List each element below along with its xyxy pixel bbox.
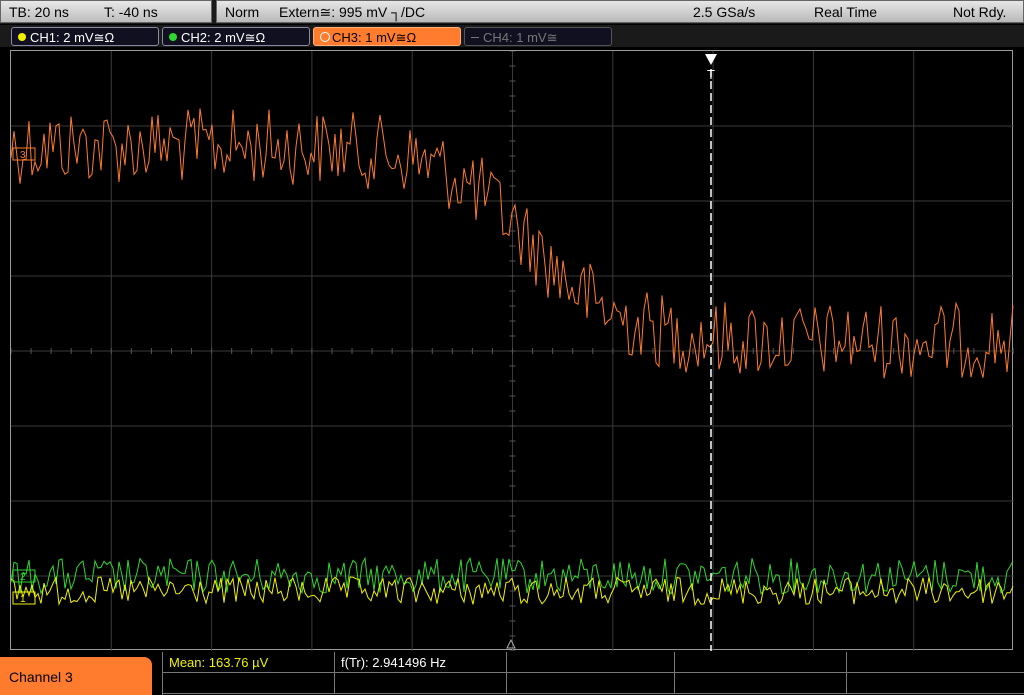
channel-tab-ch1[interactable]: CH1: 2 mV≅Ω [11,27,159,46]
ch1-indicator-icon [18,33,26,41]
ch3-marker-label: 3 [20,150,26,161]
channel-tab-ch2[interactable]: CH2: 2 mV≅Ω [162,27,310,46]
status-bar: TB: 20 ns T: -40 ns Norm Extern≅: 995 mV… [0,0,1024,24]
measurement-slot-10[interactable] [847,673,1024,694]
measurement-slot-6[interactable] [163,673,335,694]
channel-3-tab-label: Channel 3 [9,669,73,685]
measurement-slot-7[interactable] [335,673,507,694]
waveform-display[interactable]: T 3 2 1 [10,50,1014,651]
ch3-label: CH3: 1 mV≅Ω [332,30,417,45]
ch1-label: CH1: 2 mV≅Ω [30,30,115,45]
acquisition-mode-label: Real Time [814,4,878,20]
ch4-indicator-icon [471,37,479,38]
ch2-indicator-icon [169,33,177,41]
trigger-mode-label: Norm [225,4,260,20]
measurement-frequency[interactable]: f(Tr): 2.941496 Hz [335,652,507,673]
ch2-label: CH2: 2 mV≅Ω [181,30,266,45]
channel-tab-ch4[interactable]: CH4: 1 mV≅ [464,27,612,46]
waveform-plot[interactable]: T 3 2 1 [11,51,1014,651]
timebase-label: TB: 20 ns [9,4,69,20]
measurement-slot-5[interactable] [847,652,1024,673]
trigger-marker-label: T [707,67,715,82]
measurement-mean-value: Mean: 163.76 µV [169,655,269,670]
measurement-slot-8[interactable] [507,673,675,694]
channel-tab-row: CH1: 2 mV≅Ω CH2: 2 mV≅Ω CH3: 1 mV≅Ω CH4:… [0,25,1024,47]
trigger-time-label: T: -40 ns [104,4,158,20]
timebase-panel[interactable]: TB: 20 ns T: -40 ns [0,0,212,23]
trigger-status-panel[interactable]: Norm Extern≅: 995 mV ┐/DC 2.5 GSa/s Real… [216,0,1024,23]
graticule [11,51,1014,651]
measurement-mean[interactable]: Mean: 163.76 µV [163,652,335,673]
ch4-label: CH4: 1 mV≅ [483,30,558,45]
ch3-indicator-icon [320,32,330,42]
ch1-marker-label: 1 [20,594,26,605]
channel-tab-ch3[interactable]: CH3: 1 mV≅Ω [313,27,461,46]
trigger-arrow-icon[interactable] [705,54,717,65]
measurement-slot-3[interactable] [507,652,675,673]
ch2-marker-label: 2 [20,572,26,583]
center-marker-icon [506,638,516,649]
bottom-bar: Channel 3 Mean: 163.76 µV f(Tr): 2.94149… [0,652,1024,695]
measurement-table[interactable]: Mean: 163.76 µV f(Tr): 2.941496 Hz [162,652,1024,695]
trigger-source-label: Extern≅: 995 mV ┐/DC [279,4,426,20]
sample-rate-label: 2.5 GSa/s [693,4,756,20]
measurement-slot-4[interactable] [675,652,847,673]
run-state-label: Not Rdy. [953,4,1007,20]
measurement-slot-9[interactable] [675,673,847,694]
channel-3-tab[interactable]: Channel 3 [0,657,152,695]
measurement-frequency-value: f(Tr): 2.941496 Hz [341,655,447,670]
